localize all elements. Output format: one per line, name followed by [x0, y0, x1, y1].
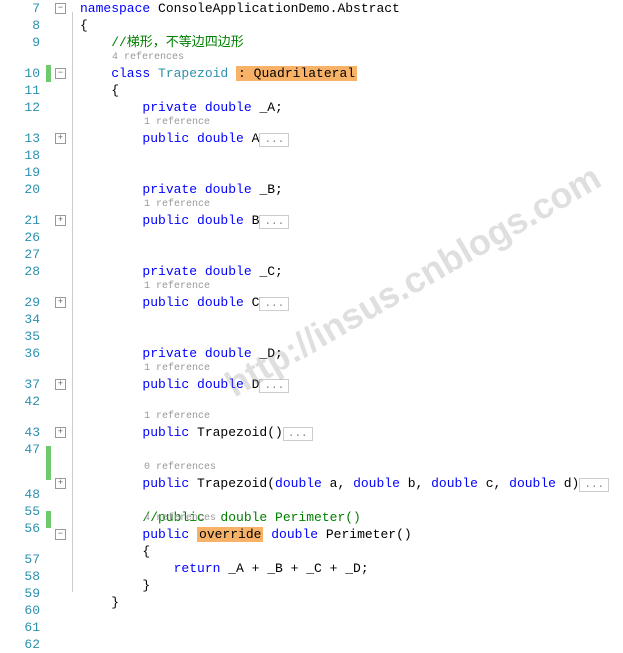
codelens-references[interactable]: 1 reference	[144, 362, 210, 376]
highlighted-inheritance: : Quadrilateral	[236, 66, 357, 81]
collapsed-region[interactable]: ...	[259, 133, 289, 147]
change-markers	[46, 0, 54, 601]
fold-toggle[interactable]: +	[55, 215, 66, 226]
collapsed-region[interactable]: ...	[579, 478, 609, 492]
fold-toggle[interactable]: +	[55, 133, 66, 144]
fold-toggle[interactable]: +	[55, 427, 66, 438]
fold-toggle[interactable]: +	[55, 297, 66, 308]
code-area[interactable]: namespace ConsoleApplicationDemo.Abstrac…	[80, 0, 623, 601]
fold-toggle[interactable]: −	[55, 3, 66, 14]
highlighted-keyword: override	[197, 527, 263, 542]
line-number-gutter: 7 8 9 10 11 12 13 18 19 20 21 26 27 28 2…	[0, 0, 46, 601]
fold-toggle[interactable]: −	[55, 68, 66, 79]
codelens-references[interactable]: 1 reference	[144, 410, 210, 424]
codelens-references[interactable]: 0 references	[144, 461, 216, 475]
fold-column: − − + + + + + + −	[54, 0, 68, 601]
collapsed-region[interactable]: ...	[259, 297, 289, 311]
codelens-references[interactable]: 4 references	[144, 512, 216, 526]
collapsed-region[interactable]: ...	[259, 379, 289, 393]
codelens-references[interactable]: 4 references	[112, 51, 184, 65]
fold-toggle[interactable]: +	[55, 379, 66, 390]
collapsed-region[interactable]: ...	[259, 215, 289, 229]
fold-toggle[interactable]: −	[55, 529, 66, 540]
code-editor[interactable]: 7 8 9 10 11 12 13 18 19 20 21 26 27 28 2…	[0, 0, 623, 601]
codelens-references[interactable]: 1 reference	[144, 280, 210, 294]
codelens-references[interactable]: 1 reference	[144, 198, 210, 212]
codelens-references[interactable]: 1 reference	[144, 116, 210, 130]
collapsed-region[interactable]: ...	[283, 427, 313, 441]
outline-column	[68, 0, 80, 601]
fold-toggle[interactable]: +	[55, 478, 66, 489]
